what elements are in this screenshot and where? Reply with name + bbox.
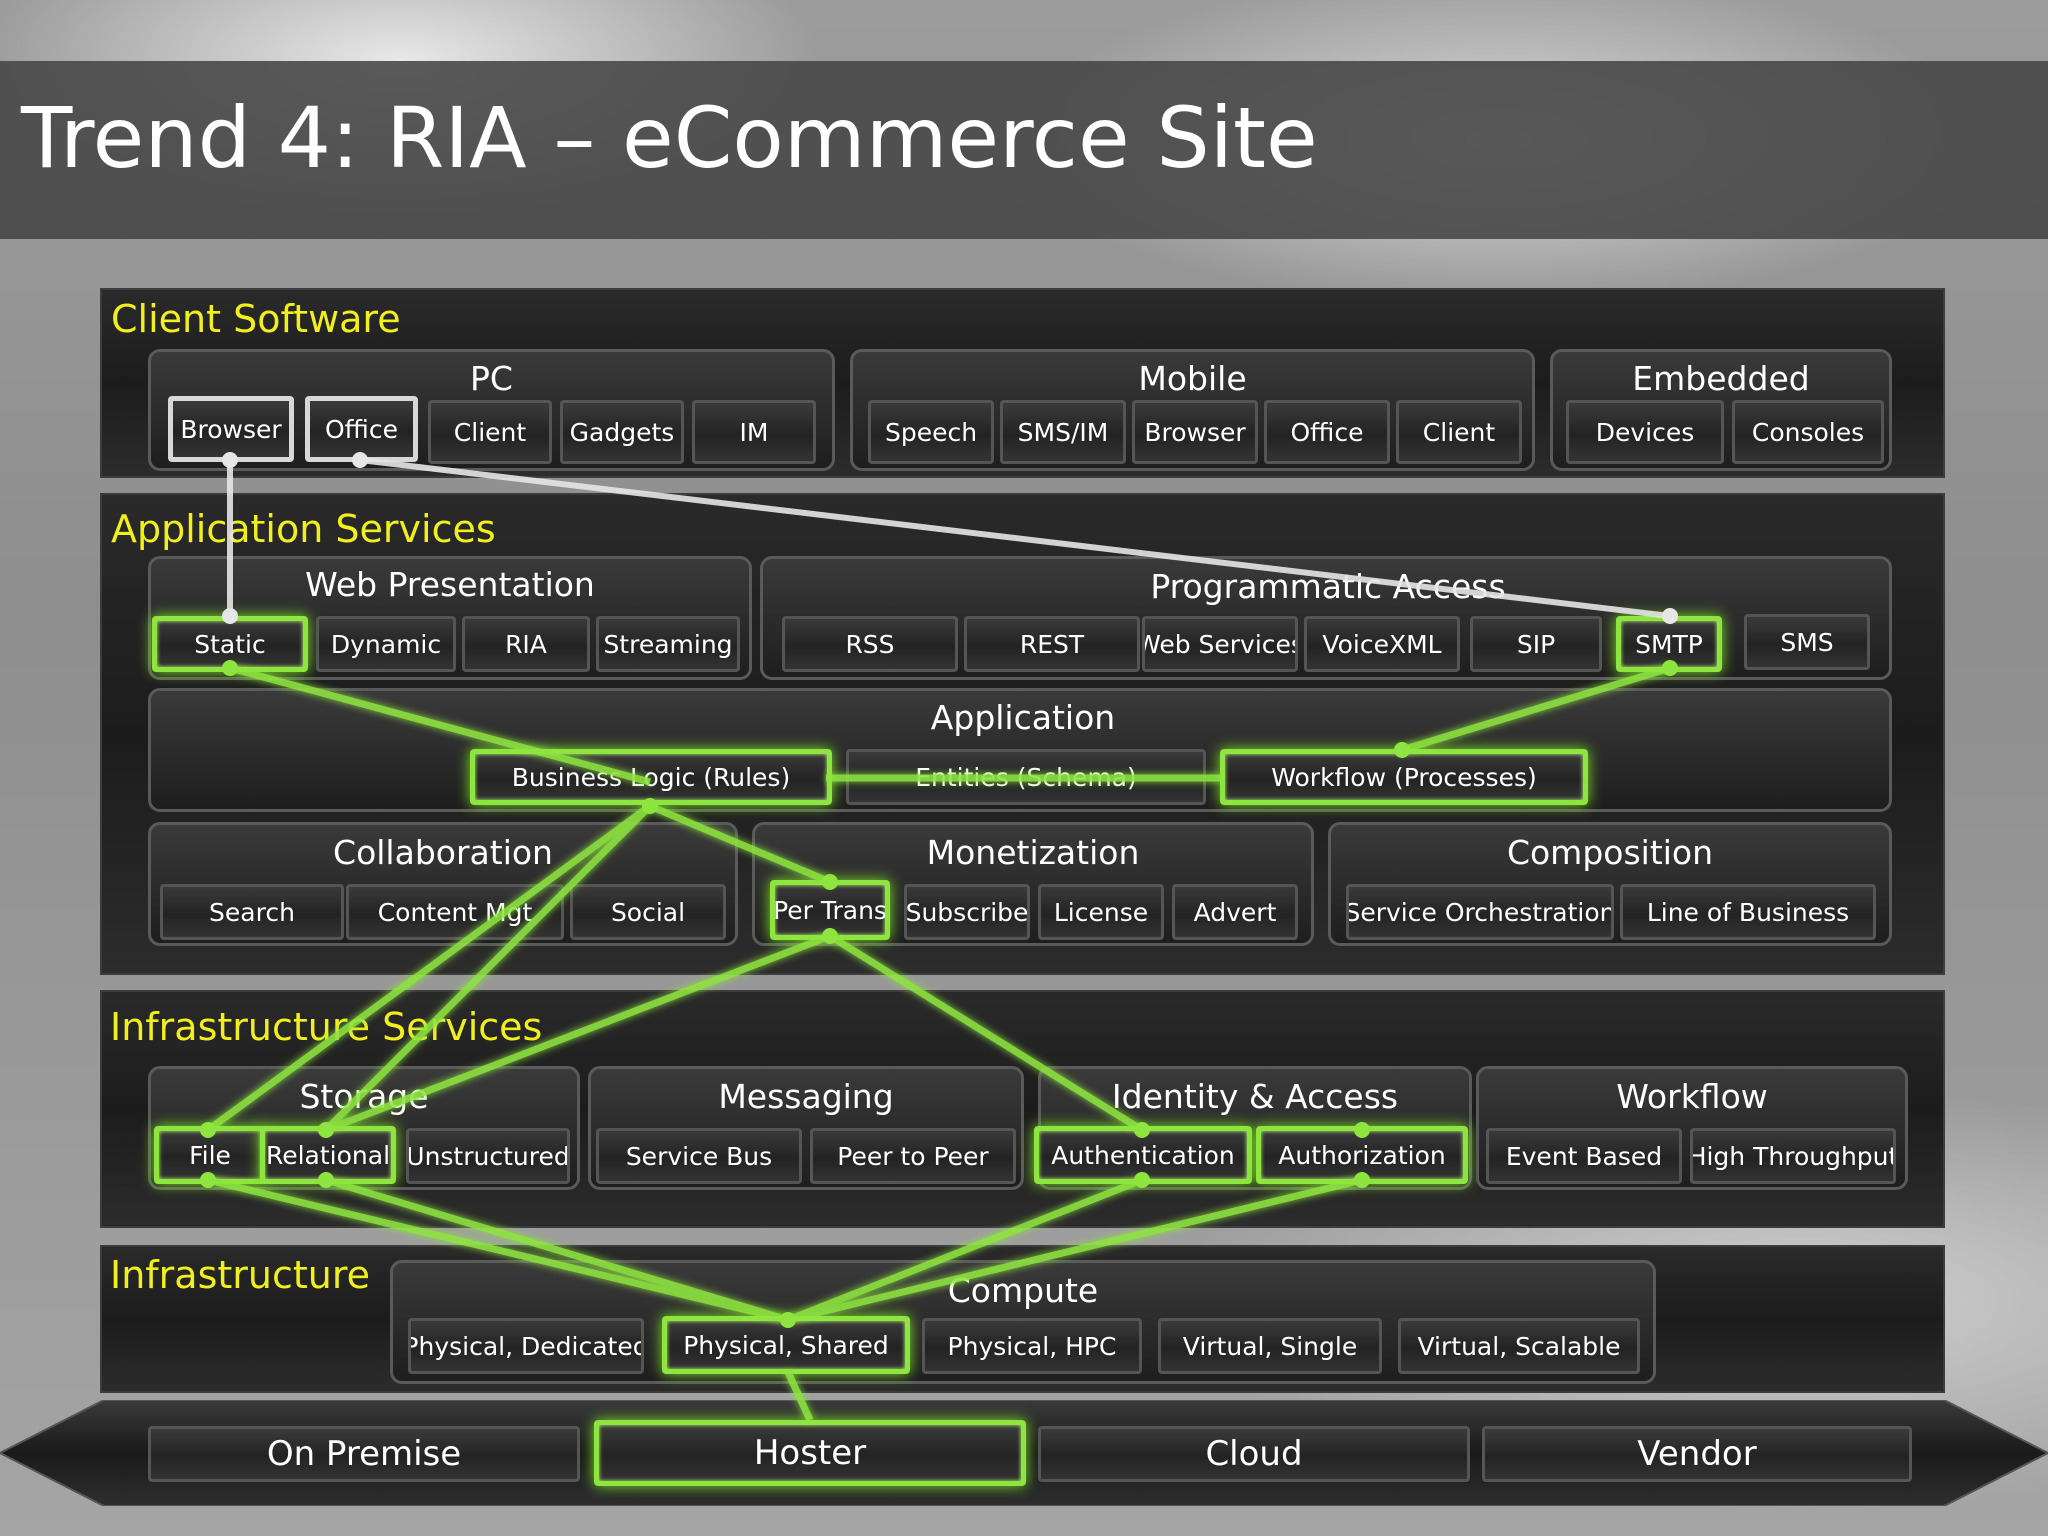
compute-physical-hpc: Physical, HPC bbox=[922, 1318, 1142, 1374]
hosting-on-premise: On Premise bbox=[148, 1426, 580, 1482]
storage-file: File bbox=[154, 1126, 266, 1184]
identity-authentication: Authentication bbox=[1034, 1126, 1252, 1184]
monet-subscribe: Subscribe bbox=[904, 884, 1030, 940]
storage-title: Storage bbox=[299, 1077, 429, 1116]
web-streaming: Streaming bbox=[596, 616, 740, 672]
mobile-office: Office bbox=[1264, 400, 1390, 464]
web-static: Static bbox=[152, 616, 308, 672]
collab-content-mgt: Content Mgt bbox=[346, 884, 564, 940]
mobile-speech: Speech bbox=[868, 400, 994, 464]
messaging-title: Messaging bbox=[718, 1077, 894, 1116]
workflow-high-throughput: High Throughput bbox=[1690, 1128, 1896, 1184]
application-services-title: Application Services bbox=[111, 507, 496, 551]
infrastructure-title: Infrastructure bbox=[110, 1253, 371, 1297]
mobile-sms-im: SMS/IM bbox=[1000, 400, 1126, 464]
monet-per-trans: Per Trans bbox=[770, 880, 890, 940]
embedded-consoles: Consoles bbox=[1732, 400, 1884, 464]
infrastructure-services-title: Infrastructure Services bbox=[110, 1005, 543, 1049]
hosting-hoster: Hoster bbox=[594, 1420, 1026, 1486]
prog-rest: REST bbox=[964, 616, 1140, 672]
compute-physical-shared: Physical, Shared bbox=[662, 1316, 910, 1374]
pc-client: Client bbox=[428, 400, 552, 464]
prog-sip: SIP bbox=[1470, 616, 1602, 672]
identity-access-title: Identity & Access bbox=[1111, 1077, 1399, 1116]
workflow-processes: Workflow (Processes) bbox=[1220, 749, 1588, 805]
pc-im: IM bbox=[692, 400, 816, 464]
business-logic: Business Logic (Rules) bbox=[470, 749, 832, 805]
monetization-title: Monetization bbox=[926, 833, 1140, 872]
prog-smtp: SMTP bbox=[1616, 616, 1722, 672]
identity-authorization: Authorization bbox=[1256, 1126, 1468, 1184]
prog-sms: SMS bbox=[1744, 614, 1870, 670]
mobile-browser: Browser bbox=[1132, 400, 1258, 464]
monet-license: License bbox=[1038, 884, 1164, 940]
web-ria: RIA bbox=[462, 616, 590, 672]
workflow-title: Workflow bbox=[1616, 1077, 1768, 1116]
pc-browser: Browser bbox=[168, 396, 294, 462]
pc-gadgets: Gadgets bbox=[560, 400, 684, 464]
workflow-event-based: Event Based bbox=[1486, 1128, 1682, 1184]
hosting-vendor: Vendor bbox=[1482, 1426, 1912, 1482]
mobile-client: Client bbox=[1396, 400, 1522, 464]
composition-title: Composition bbox=[1506, 833, 1714, 872]
messaging-service-bus: Service Bus bbox=[596, 1128, 802, 1184]
compute-virtual-scalable: Virtual, Scalable bbox=[1398, 1318, 1640, 1374]
collaboration-title: Collaboration bbox=[333, 833, 553, 872]
embedded-group-title: Embedded bbox=[1632, 359, 1810, 398]
pc-office: Office bbox=[305, 396, 418, 462]
programmatic-access-title: Programmatic Access bbox=[1150, 567, 1506, 606]
collab-social: Social bbox=[570, 884, 726, 940]
compo-service-orchestration: Service Orchestration bbox=[1346, 884, 1614, 940]
compute-title: Compute bbox=[947, 1271, 1099, 1310]
hosting-cloud: Cloud bbox=[1038, 1426, 1470, 1482]
web-dynamic: Dynamic bbox=[316, 616, 456, 672]
prog-web-services: Web Services bbox=[1142, 616, 1298, 672]
storage-unstructured: Unstructured bbox=[406, 1128, 570, 1184]
pc-group-title: PC bbox=[470, 359, 513, 398]
monet-advert: Advert bbox=[1172, 884, 1298, 940]
prog-rss: RSS bbox=[782, 616, 958, 672]
embedded-devices: Devices bbox=[1566, 400, 1724, 464]
messaging-peer-to-peer: Peer to Peer bbox=[810, 1128, 1016, 1184]
application-title: Application bbox=[930, 698, 1116, 737]
client-software-title: Client Software bbox=[111, 297, 401, 341]
mobile-group-title: Mobile bbox=[1138, 359, 1247, 398]
collab-search: Search bbox=[160, 884, 344, 940]
compo-line-of-business: Line of Business bbox=[1620, 884, 1876, 940]
storage-relational: Relational bbox=[260, 1126, 396, 1184]
entities-schema: Entities (Schema) bbox=[846, 749, 1206, 805]
compute-virtual-single: Virtual, Single bbox=[1158, 1318, 1382, 1374]
slide-title: Trend 4: RIA – eCommerce Site bbox=[21, 89, 1318, 187]
web-presentation-title: Web Presentation bbox=[305, 565, 595, 604]
prog-voicexml: VoiceXML bbox=[1304, 616, 1460, 672]
compute-physical-dedicated: Physical, Dedicated bbox=[408, 1318, 644, 1374]
